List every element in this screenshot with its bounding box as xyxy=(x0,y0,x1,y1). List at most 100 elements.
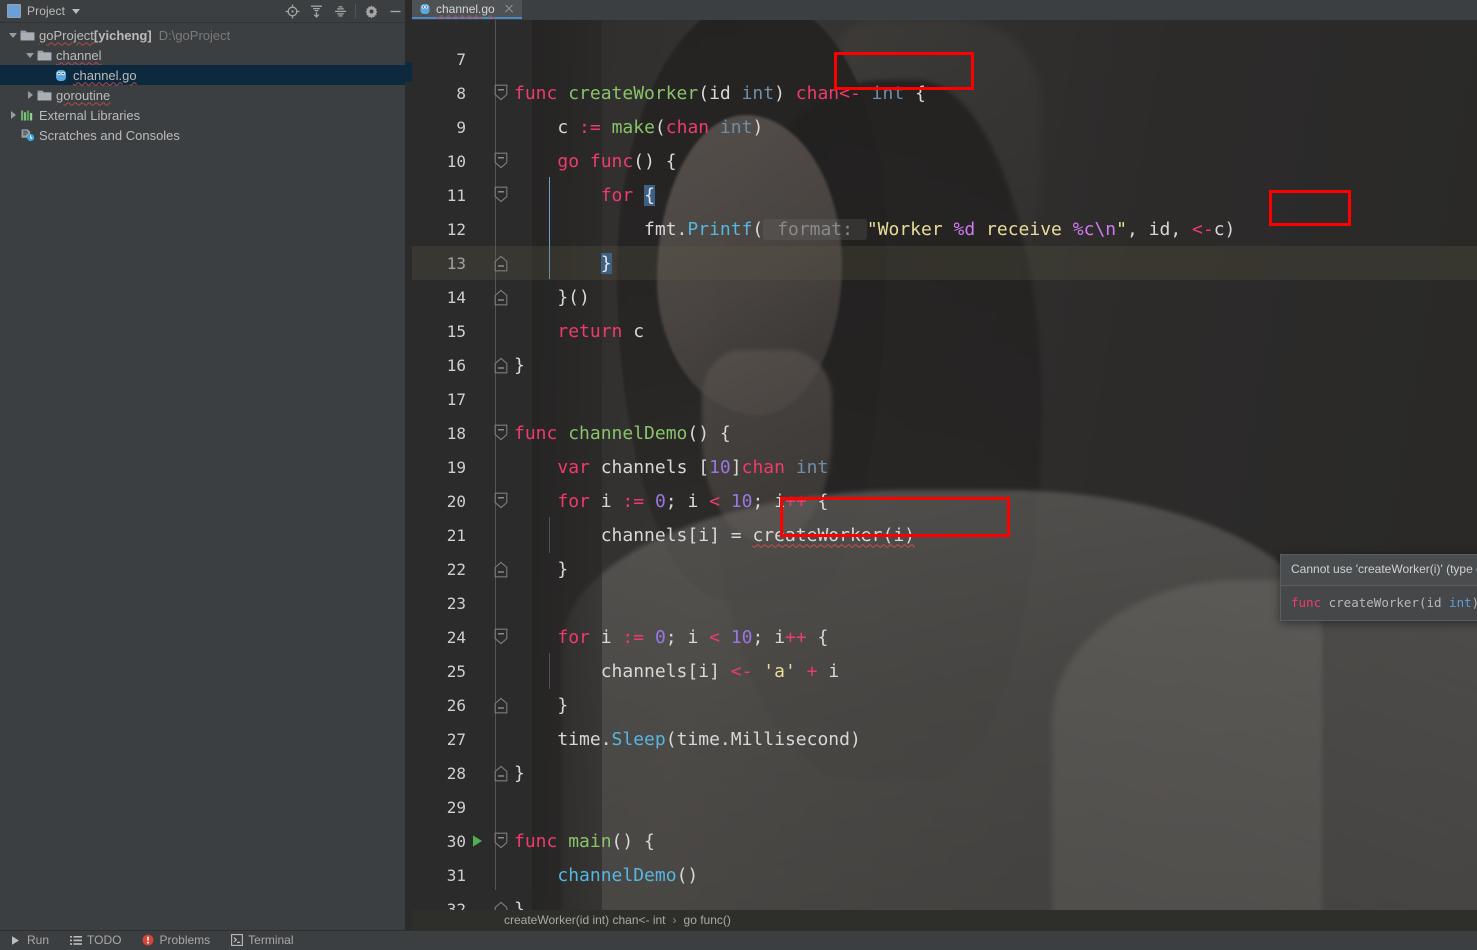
fold-close-icon[interactable] xyxy=(488,356,514,374)
code-line-26[interactable]: 26 } xyxy=(412,688,1477,722)
fold-open-icon[interactable] xyxy=(488,152,514,170)
go-file-icon xyxy=(53,67,69,83)
code-text[interactable]: func createWorker(id int) chan<- int { xyxy=(514,83,926,104)
code-text[interactable]: func channelDemo() { xyxy=(514,423,731,444)
status-problems-button[interactable]: Problems xyxy=(132,931,221,950)
code-line-11[interactable]: 11 for { xyxy=(412,178,1477,212)
status-terminal-button[interactable]: Terminal xyxy=(221,931,304,950)
tree-item-external-libraries[interactable]: External Libraries xyxy=(0,105,411,125)
code-line-9[interactable]: 9 c := make(chan int) xyxy=(412,110,1477,144)
minimize-icon[interactable] xyxy=(383,0,407,22)
code-line-18[interactable]: 18 func channelDemo() { xyxy=(412,416,1477,450)
code-line-13[interactable]: 13 } xyxy=(412,246,1477,280)
project-tree[interactable]: goProject [yicheng] D:\goProject channel ch… xyxy=(0,23,411,145)
code-line-17[interactable]: 17 xyxy=(412,382,1477,416)
fold-open-icon[interactable] xyxy=(488,832,514,850)
expand-all-icon[interactable] xyxy=(304,0,328,22)
code-line-10[interactable]: 10 go func() { xyxy=(412,144,1477,178)
code-text[interactable]: } xyxy=(514,355,525,376)
code-line-29[interactable]: 29 xyxy=(412,790,1477,824)
chevron-down-icon[interactable] xyxy=(7,29,19,41)
chevron-right-icon[interactable] xyxy=(7,109,19,121)
code-token: Sleep xyxy=(611,728,666,750)
code-line-30[interactable]: 30 func main() { xyxy=(412,824,1477,858)
settings-gear-icon[interactable] xyxy=(359,0,383,22)
close-icon[interactable] xyxy=(504,4,514,14)
fold-open-icon[interactable] xyxy=(488,424,514,442)
code-line-20[interactable]: 20 for i := 0; i < 10; i++ { xyxy=(412,484,1477,518)
run-gutter-icon[interactable] xyxy=(466,834,488,848)
code-text[interactable]: } xyxy=(514,559,568,580)
code-token: c xyxy=(514,116,580,138)
tab-channel-go[interactable]: channel.go xyxy=(412,0,522,19)
locate-in-tree-icon[interactable] xyxy=(280,0,304,22)
code-line-31[interactable]: 31 channelDemo() xyxy=(412,858,1477,892)
fold-open-icon[interactable] xyxy=(488,186,514,204)
status-todo-button[interactable]: TODO xyxy=(60,931,132,950)
code-line-25[interactable]: 25 channels[i] <- 'a' + i xyxy=(412,654,1477,688)
tree-item-label: goProject xyxy=(39,27,94,43)
code-line-19[interactable]: 19 var channels [10]chan int xyxy=(412,450,1477,484)
code-text[interactable]: channels[i] <- 'a' + i xyxy=(514,661,839,682)
tree-item-goroutine[interactable]: goroutine xyxy=(0,85,411,105)
code-text[interactable]: }() xyxy=(514,287,590,308)
collapse-all-icon[interactable] xyxy=(328,0,352,22)
code-line-27[interactable]: 27 time.Sleep(time.Millisecond) xyxy=(412,722,1477,756)
code-line-21[interactable]: 21 channels[i] = createWorker(i) xyxy=(412,518,1477,552)
code-token: ; i xyxy=(665,626,710,648)
code-text[interactable]: var channels [10]chan int xyxy=(514,457,828,478)
code-text[interactable]: channelDemo() xyxy=(514,865,698,886)
code-line-24[interactable]: 24 for i := 0; i < 10; i++ { xyxy=(412,620,1477,654)
code-text[interactable]: for i := 0; i < 10; i++ { xyxy=(514,491,828,512)
error-tooltip-popup[interactable]: Cannot use 'createWorker(i)' (type chan<… xyxy=(1280,554,1477,621)
fold-open-icon[interactable] xyxy=(488,492,514,510)
fold-close-icon[interactable] xyxy=(488,560,514,578)
fold-close-icon[interactable] xyxy=(488,696,514,714)
fold-open-icon[interactable] xyxy=(488,84,514,102)
code-text[interactable]: for i := 0; i < 10; i++ { xyxy=(514,627,828,648)
code-editor[interactable]: 7 8 func createWorker(id int) chan<- int {… xyxy=(412,20,1477,930)
tree-item-goproject[interactable]: goProject [yicheng] D:\goProject xyxy=(0,25,411,45)
code-line-7[interactable]: 7 xyxy=(412,42,1477,76)
status-problems-label: Problems xyxy=(159,933,211,947)
fold-close-icon[interactable] xyxy=(488,764,514,782)
code-text[interactable]: fmt.Printf( format: "Worker %d receive %… xyxy=(514,218,1235,240)
code-line-8[interactable]: 8 func createWorker(id int) chan<- int { xyxy=(412,76,1477,110)
code-token: "Worker xyxy=(866,218,954,240)
code-text[interactable]: } xyxy=(514,695,568,716)
breadcrumb-item-0[interactable]: createWorker(id int) chan<- int xyxy=(504,913,666,927)
fold-close-icon[interactable] xyxy=(488,254,514,272)
code-lines[interactable]: 7 8 func createWorker(id int) chan<- int {… xyxy=(412,20,1477,930)
code-text[interactable]: for { xyxy=(514,184,655,206)
code-text[interactable]: go func() { xyxy=(514,150,677,172)
code-token: := xyxy=(579,116,601,138)
chevron-down-icon[interactable] xyxy=(72,8,81,14)
code-line-16[interactable]: 16} xyxy=(412,348,1477,382)
breadcrumb-item-1[interactable]: go func() xyxy=(684,913,731,927)
code-line-15[interactable]: 15 return c xyxy=(412,314,1477,348)
code-text[interactable]: func main() { xyxy=(514,831,655,852)
project-tool-window: Project goProject [yicheng] D:\goProject… xyxy=(0,0,412,930)
code-token: () { xyxy=(633,150,677,172)
code-text[interactable]: } xyxy=(514,763,525,784)
code-text[interactable]: time.Sleep(time.Millisecond) xyxy=(514,728,860,750)
line-number: 30 xyxy=(446,831,466,851)
code-line-28[interactable]: 28} xyxy=(412,756,1477,790)
code-text[interactable]: channels[i] = createWorker(i) xyxy=(514,525,915,546)
tree-item-channel-go[interactable]: channel.go xyxy=(0,65,411,85)
chevron-right-icon[interactable] xyxy=(24,89,36,101)
breadcrumb[interactable]: createWorker(id int) chan<- int › go fun… xyxy=(412,910,1477,930)
code-text[interactable]: } xyxy=(514,252,612,274)
fold-open-icon[interactable] xyxy=(488,628,514,646)
fold-close-icon[interactable] xyxy=(488,288,514,306)
line-number: 21 xyxy=(446,525,466,545)
chevron-down-icon[interactable] xyxy=(24,49,36,61)
tree-item-scratches-and-consoles[interactable]: Scratches and Consoles xyxy=(0,125,411,145)
tree-item-channel[interactable]: channel xyxy=(0,45,411,65)
code-line-12[interactable]: 12 fmt.Printf( format: "Worker %d receiv… xyxy=(412,212,1477,246)
code-line-14[interactable]: 14 }() xyxy=(412,280,1477,314)
code-text[interactable]: return c xyxy=(514,321,644,342)
code-text[interactable]: c := make(chan int) xyxy=(514,117,763,138)
status-run-button[interactable]: Run xyxy=(0,931,60,950)
scratches-icon xyxy=(19,127,35,143)
